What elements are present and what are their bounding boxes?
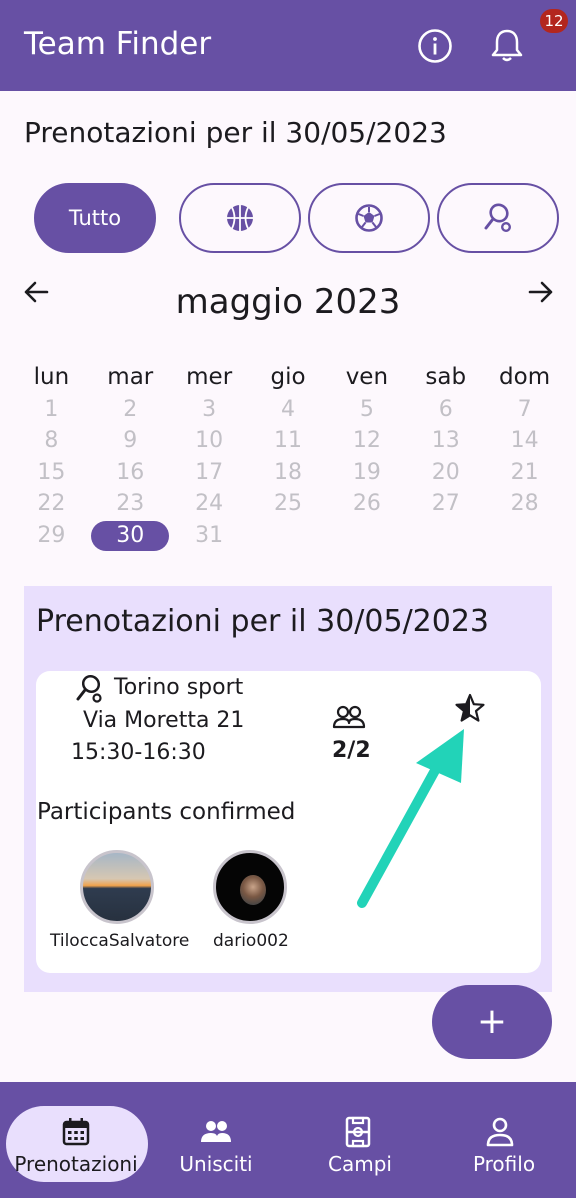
tennis-racket-icon: [76, 675, 102, 703]
avatar[interactable]: [80, 850, 154, 924]
participant-name: TiloccaSalvatore: [50, 931, 190, 951]
bottom-navigation: Prenotazioni Unisciti Campi Profilo: [0, 1082, 576, 1198]
calendar-day-empty: [249, 520, 328, 552]
annotation-arrow: [357, 729, 464, 908]
weekday-label: gio: [270, 364, 306, 390]
next-month-arrow-icon[interactable]: [527, 278, 555, 306]
calendar-day[interactable]: 15: [12, 457, 91, 489]
calendar-day[interactable]: 28: [485, 488, 564, 520]
calendar-day[interactable]: 1: [12, 394, 91, 426]
soccer-ball-icon: [355, 204, 383, 232]
calendar-day[interactable]: 3: [170, 394, 249, 426]
calendar-day[interactable]: 16: [91, 457, 170, 489]
weekday-label: lun: [33, 364, 70, 390]
app-title: Team Finder: [24, 26, 212, 62]
participants-title: Participants confirmed: [37, 799, 296, 825]
calendar-day[interactable]: 20: [406, 457, 485, 489]
calendar-week-row: 8 9 10 11 12 13 14: [12, 425, 564, 457]
booking-time: 15:30-16:30: [71, 740, 206, 765]
calendar-day[interactable]: 12: [327, 425, 406, 457]
filter-chip-all-label: Tutto: [68, 206, 122, 230]
calendar-day[interactable]: 27: [406, 488, 485, 520]
calendar-day[interactable]: 25: [249, 488, 328, 520]
avatar[interactable]: [213, 850, 287, 924]
calendar-icon: [62, 1118, 90, 1146]
selected-day-label: 30: [91, 520, 170, 551]
calendar-day[interactable]: 26: [327, 488, 406, 520]
calendar-day[interactable]: 8: [12, 425, 91, 457]
calendar-day[interactable]: 19: [327, 457, 406, 489]
calendar-grid: lun mar mer gio ven sab dom 1 2 3 4 5 6 …: [12, 362, 564, 551]
calendar-day[interactable]: 4: [249, 394, 328, 426]
field-icon: [345, 1116, 371, 1148]
calendar-day[interactable]: 6: [406, 394, 485, 426]
weekday-label: mer: [186, 364, 233, 390]
calendar-week-row: 15 16 17 18 19 20 21: [12, 457, 564, 489]
calendar-week-row: 22 23 24 25 26 27 28: [12, 488, 564, 520]
calendar-day[interactable]: 14: [485, 425, 564, 457]
nav-item-campi[interactable]: Campi: [288, 1082, 432, 1198]
calendar-day[interactable]: 11: [249, 425, 328, 457]
add-booking-button[interactable]: +: [432, 985, 552, 1059]
basketball-icon: [227, 205, 253, 231]
calendar-day-empty: [485, 520, 564, 552]
calendar-day[interactable]: 31: [170, 520, 249, 552]
notification-badge: 12: [540, 9, 568, 33]
weekday-label: sab: [425, 364, 467, 390]
filter-chip-basketball[interactable]: [179, 183, 301, 253]
nav-item-unisciti[interactable]: Unisciti: [144, 1082, 288, 1198]
calendar-day[interactable]: 10: [170, 425, 249, 457]
calendar-day[interactable]: 22: [12, 488, 91, 520]
calendar-week-row: 29 30 31: [12, 520, 564, 552]
tennis-racket-icon: [484, 203, 512, 233]
calendar-day[interactable]: 2: [91, 394, 170, 426]
weekday-label: mar: [107, 364, 154, 390]
booking-address: Via Moretta 21: [83, 708, 245, 733]
calendar-day[interactable]: 24: [170, 488, 249, 520]
nav-item-prenotazioni[interactable]: Prenotazioni: [0, 1082, 148, 1198]
calendar-day-empty: [406, 520, 485, 552]
nav-label: Campi: [328, 1152, 392, 1176]
calendar-day-empty: [327, 520, 406, 552]
bookings-title: Prenotazioni per il 30/05/2023: [36, 604, 490, 639]
avatar-face: [240, 875, 266, 905]
calendar-day[interactable]: 5: [327, 394, 406, 426]
calendar-day[interactable]: 29: [12, 520, 91, 552]
filter-chip-tennis[interactable]: [437, 183, 559, 253]
weekday-label: dom: [499, 364, 551, 390]
calendar-week-row: 1 2 3 4 5 6 7: [12, 394, 564, 426]
filter-chip-soccer[interactable]: [308, 183, 430, 253]
calendar-day[interactable]: 18: [249, 457, 328, 489]
calendar-month-title: maggio 2023: [175, 282, 401, 322]
calendar-day[interactable]: 21: [485, 457, 564, 489]
info-icon[interactable]: [417, 28, 453, 64]
calendar-weekday-row: lun mar mer gio ven sab dom: [12, 362, 564, 394]
group-icon: [201, 1121, 231, 1142]
nav-item-profilo[interactable]: Profilo: [432, 1082, 576, 1198]
calendar-day-selected[interactable]: 30: [91, 520, 170, 552]
calendar-day[interactable]: 17: [170, 457, 249, 489]
bell-icon[interactable]: [487, 25, 527, 65]
filter-chip-all[interactable]: Tutto: [34, 183, 156, 253]
star-rating-icon[interactable]: [454, 692, 486, 724]
nav-label: Unisciti: [179, 1152, 253, 1176]
app-bar: Team Finder 12: [0, 0, 576, 91]
calendar-day[interactable]: 9: [91, 425, 170, 457]
calendar-day[interactable]: 13: [406, 425, 485, 457]
nav-label: Prenotazioni: [14, 1152, 138, 1176]
participant-name: dario002: [213, 931, 289, 951]
calendar-day[interactable]: 23: [91, 488, 170, 520]
weekday-label: ven: [345, 364, 389, 390]
calendar-day[interactable]: 7: [485, 394, 564, 426]
booking-venue: Torino sport: [114, 675, 244, 700]
page-title: Prenotazioni per il 30/05/2023: [24, 116, 447, 149]
person-icon: [486, 1117, 514, 1147]
nav-label: Profilo: [472, 1152, 536, 1176]
